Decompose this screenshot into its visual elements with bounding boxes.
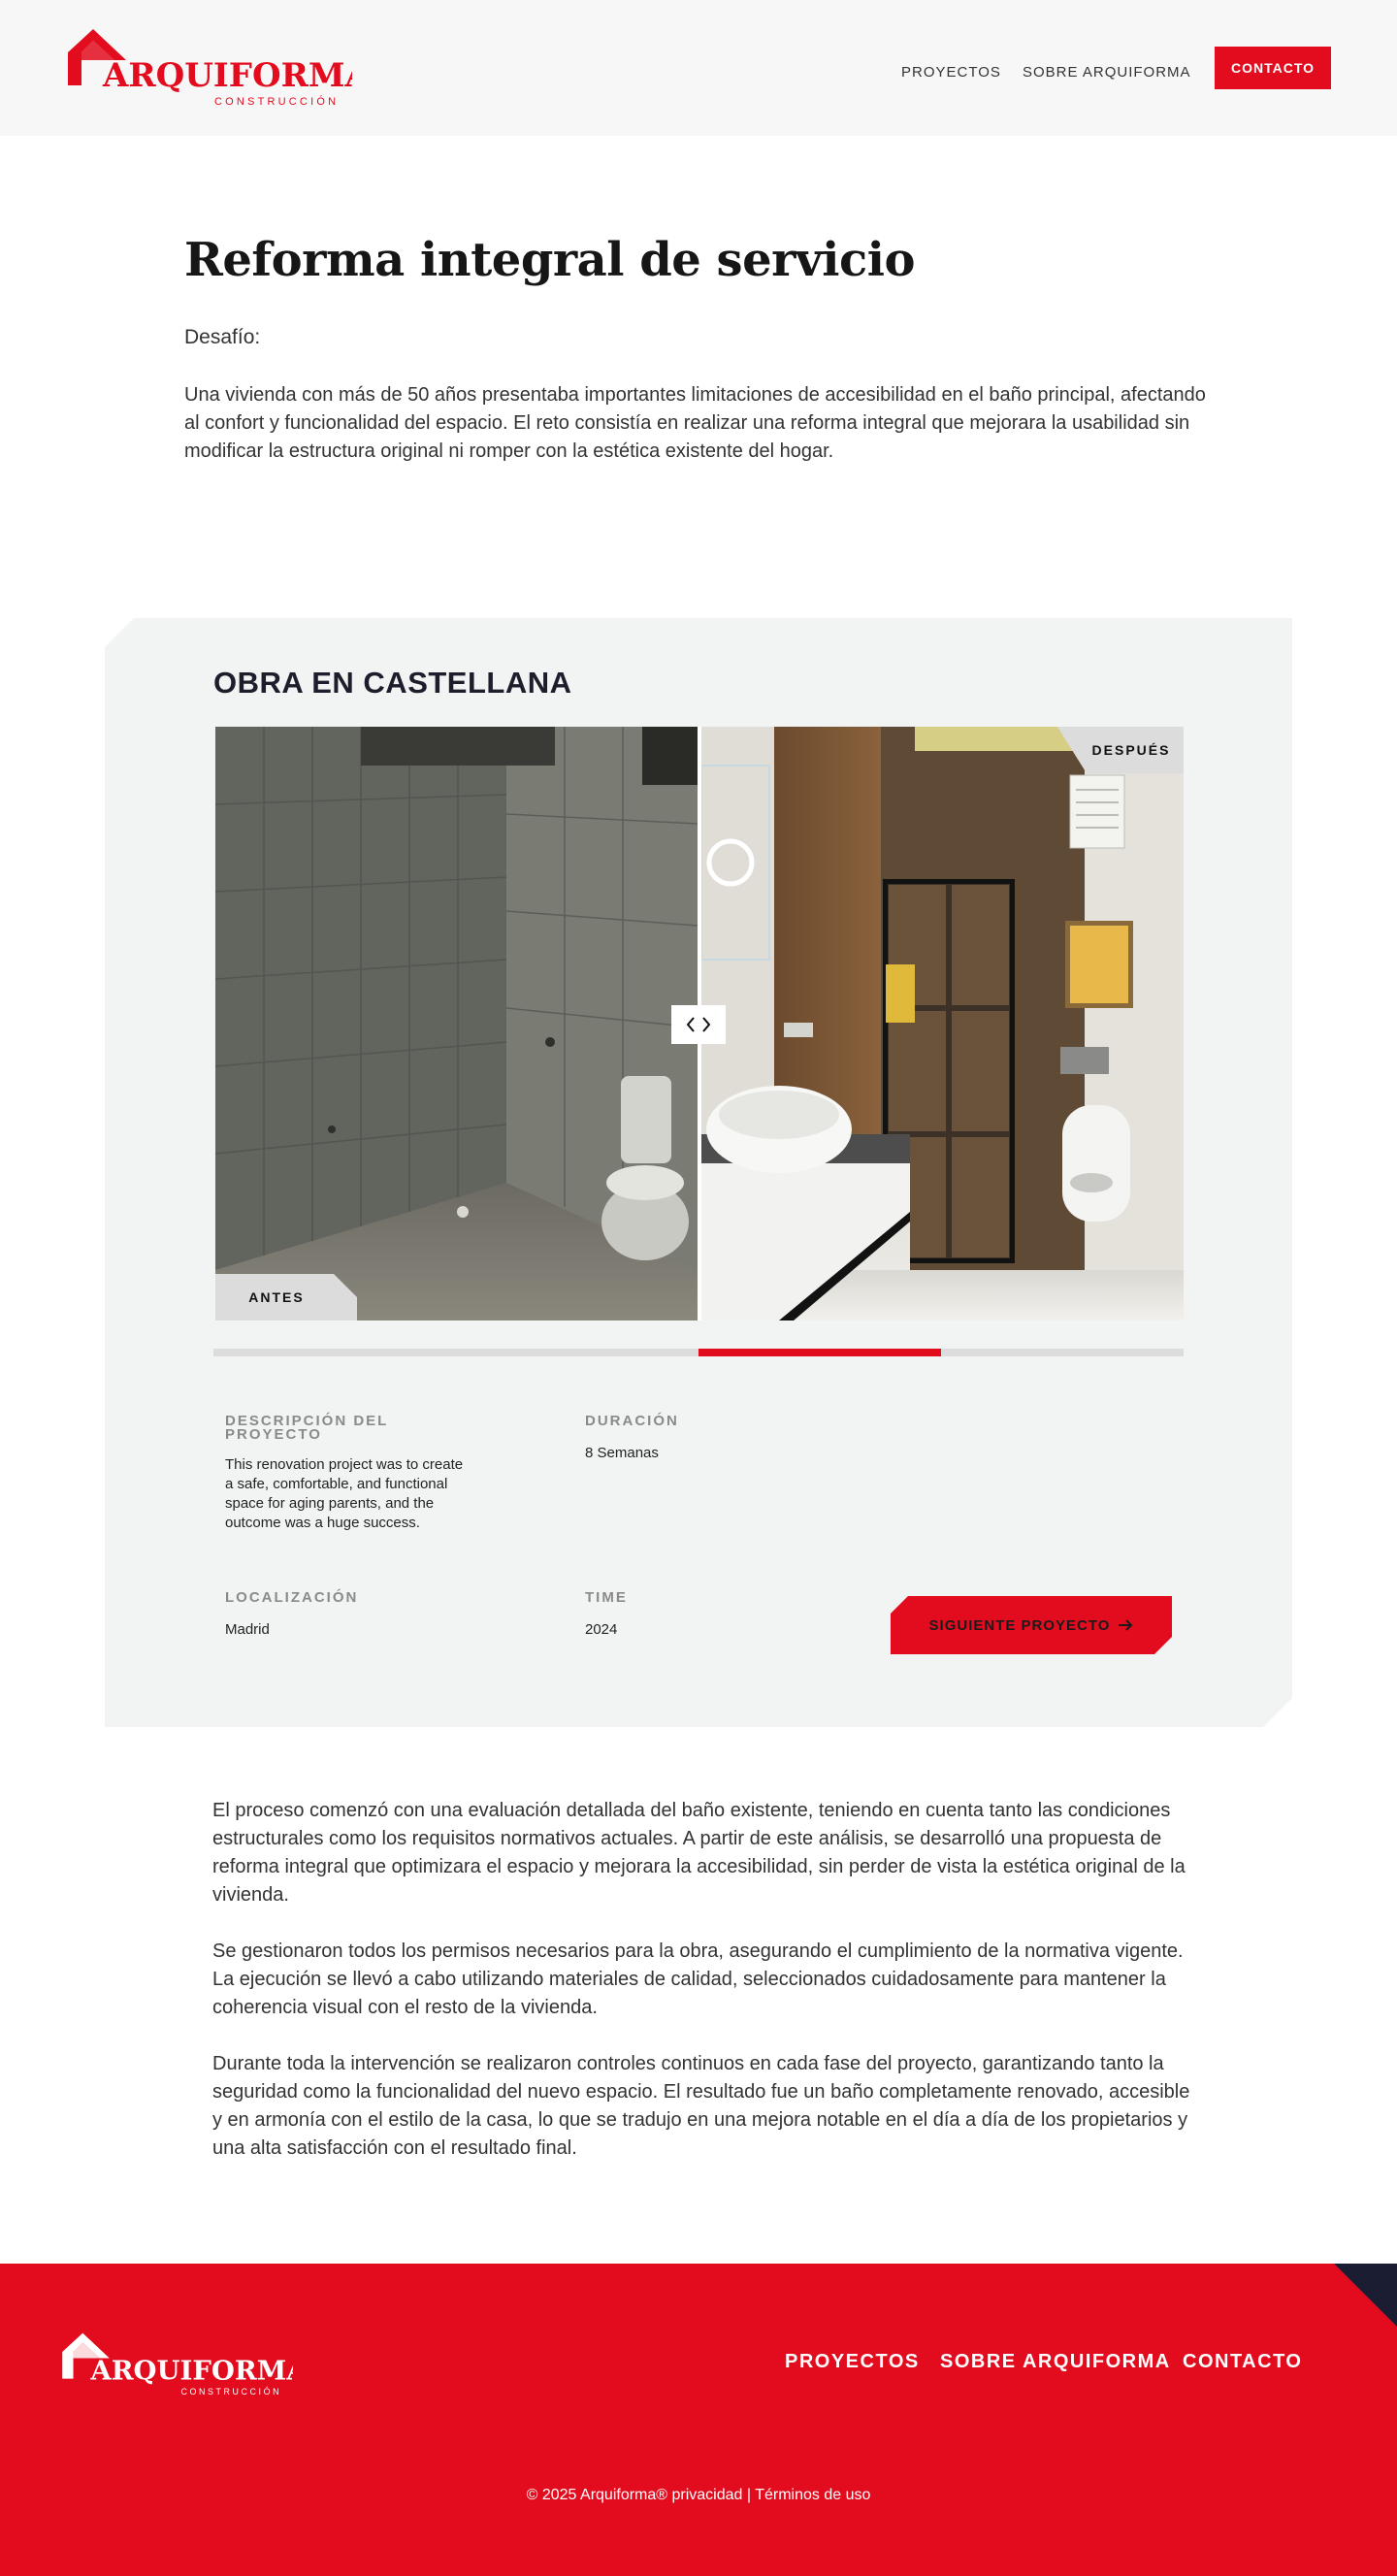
slider-handle[interactable] — [671, 1005, 726, 1044]
chevrons-left-right-icon — [686, 1017, 711, 1032]
before-image — [215, 727, 698, 1321]
after-image — [701, 727, 1184, 1321]
footer-logo[interactable]: ARQUIFORMA CONSTRUCCIÓN — [60, 2331, 293, 2397]
footer-nav-contacto[interactable]: CONTACTO — [1183, 2351, 1302, 2373]
logo-wordmark: ARQUIFORMA — [102, 56, 352, 95]
before-tag: ANTES — [215, 1274, 357, 1321]
description-label: DESCRIPCIÓN DEL PROYECTO — [225, 1413, 389, 1443]
body-paragraph: Se gestionaron todos los permisos necesa… — [212, 1940, 1184, 2018]
footer-logo-wordmark: ARQUIFORMA — [89, 2355, 293, 2386]
project-title: OBRA EN CASTELLANA — [213, 666, 572, 700]
terms-link[interactable]: Términos de uso — [755, 2487, 870, 2503]
footer-nav-sobre-arquiforma[interactable]: SOBRE ARQUIFORMA — [940, 2351, 1171, 2373]
footer-logo-mark: ARQUIFORMA CONSTRUCCIÓN — [62, 2332, 293, 2397]
nav-sobre-arquiforma[interactable]: SOBRE ARQUIFORMA — [1023, 64, 1191, 81]
copyright-separator: | — [742, 2487, 756, 2503]
challenge-label: Desafío: — [184, 326, 261, 348]
page-title: Reforma integral de servicio — [184, 233, 916, 287]
time-label: TIME — [585, 1589, 628, 1606]
footer-logo-tagline: CONSTRUCCIÓN — [180, 2387, 281, 2397]
time-value: 2024 — [585, 1621, 618, 1638]
contact-button[interactable]: CONTACTO — [1215, 47, 1331, 89]
nav-proyectos[interactable]: PROYECTOS — [901, 64, 1001, 81]
arrow-right-icon — [1118, 1619, 1133, 1631]
before-after-slider[interactable]: DESPUÉS ANTES — [215, 727, 1184, 1321]
privacy-link[interactable]: privacidad — [672, 2487, 743, 2503]
body-paragraph: Durante toda la intervención se realizar… — [212, 2053, 1190, 2159]
copyright-text: © 2025 Arquiforma® — [526, 2487, 672, 2503]
description-text: This renovation project was to create a … — [225, 1456, 464, 1531]
location-label: LOCALIZACIÓN — [225, 1589, 359, 1606]
footer-nav-proyectos[interactable]: PROYECTOS — [785, 2351, 920, 2373]
site-footer — [0, 2264, 1397, 2576]
challenge-text: Una vivienda con más de 50 años presenta… — [184, 384, 1206, 462]
duration-value: 8 Semanas — [585, 1445, 659, 1461]
next-project-button[interactable]: SIGUIENTE PROYECTO — [891, 1596, 1172, 1654]
logo-mark: ARQUIFORMA CONSTRUCCIÓN — [68, 29, 352, 108]
brand-logo[interactable]: ARQUIFORMA CONSTRUCCIÓN — [66, 27, 352, 109]
next-project-label: SIGUIENTE PROYECTO — [928, 1616, 1111, 1634]
slider-progress-fill — [698, 1349, 941, 1356]
slider-progress-track[interactable] — [213, 1349, 1184, 1356]
body-paragraph: El proceso comenzó con una evaluación de… — [212, 1800, 1186, 1906]
duration-label: DURACIÓN — [585, 1413, 679, 1429]
location-value: Madrid — [225, 1621, 270, 1638]
copyright: © 2025 Arquiforma® privacidad | Términos… — [0, 2487, 1397, 2504]
logo-tagline: CONSTRUCCIÓN — [214, 95, 339, 108]
